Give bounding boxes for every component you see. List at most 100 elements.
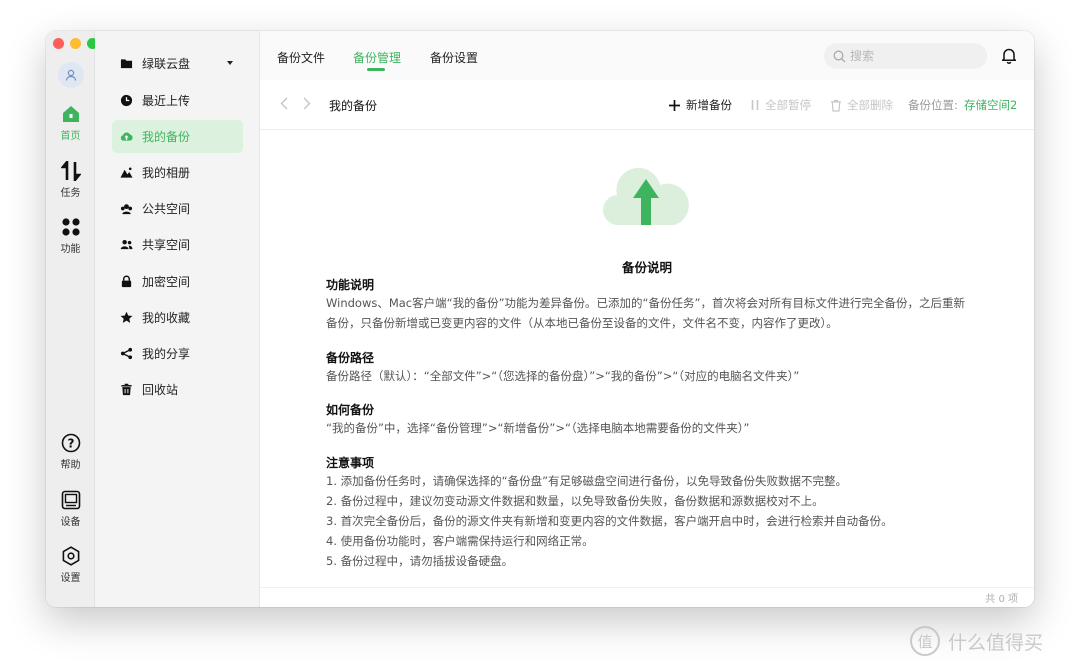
rail-item-help[interactable]: ? 帮助 — [46, 433, 95, 471]
rail-label: 功能 — [60, 244, 81, 255]
lock-icon — [121, 275, 132, 288]
sidebar-item-recent[interactable]: 最近上传 — [112, 84, 243, 117]
doc-title: 备份说明 — [621, 260, 672, 275]
share-icon — [120, 347, 133, 360]
sidebar-item-label: 回收站 — [142, 383, 179, 397]
backup-instructions: 备份说明 功能说明 Windows、Mac客户端“我的备份”功能为差异备份。已添… — [260, 131, 1034, 587]
sidebar-item-album[interactable]: 我的相册 — [112, 156, 243, 189]
delete-all-button[interactable]: 全部删除 — [830, 97, 893, 113]
item-count: 共 0 项 — [985, 594, 1018, 605]
rail-label: 首页 — [60, 131, 81, 142]
sidebar: 绿联云盘 最近上传 我的备份 我的相册 公共空间 共享空间 加密空间 我的收藏 … — [95, 31, 260, 607]
star-icon — [120, 311, 133, 323]
apps-icon — [61, 218, 80, 236]
tab-backup-files[interactable]: 备份文件 — [277, 49, 325, 66]
rail-item-home[interactable]: 首页 — [46, 104, 95, 142]
folder-icon — [120, 59, 133, 69]
section-line: 2. 备份过程中，建议勿变动源文件数据和数量，以免导致备份失败，备份数据和源数据… — [326, 494, 824, 508]
cloud-upload-illustration — [603, 167, 689, 226]
user-icon — [65, 69, 77, 81]
section-line: 3. 首次完全备份后，备份的源文件夹有新增和变更内容的文件数据，客户端开启中时，… — [326, 514, 893, 528]
rail-label: 帮助 — [60, 460, 81, 471]
breadcrumb: 我的备份 — [329, 99, 378, 113]
sidebar-item-my-shares[interactable]: 我的分享 — [112, 337, 243, 370]
section-text: 备份路径（默认）：“全部文件”>“（您选择的备份盘）”>“我的备份”>“（对应的… — [326, 366, 976, 386]
users-icon — [120, 239, 133, 250]
sidebar-item-shared-space[interactable]: 共享空间 — [112, 228, 243, 261]
sidebar-item-my-backup[interactable]: 我的备份 — [112, 120, 243, 153]
bell-icon[interactable] — [1001, 47, 1017, 64]
main-panel: 备份文件 备份管理 备份设置 我的备份 新增备份 全部暂停 — [260, 31, 1034, 607]
rail-label: 设备 — [60, 517, 81, 528]
app-window: 首页 任务 功能 ? 帮助 设备 设置 绿联云盘 最近上传 我的备份 我的相册 … — [46, 31, 1034, 607]
close-window-button[interactable] — [53, 38, 64, 49]
sidebar-item-recycle-bin[interactable]: 回收站 — [112, 373, 243, 406]
watermark-logo: 值 — [910, 626, 940, 656]
top-bar: 备份文件 备份管理 备份设置 — [260, 31, 1034, 80]
sidebar-item-label: 我的相册 — [142, 166, 191, 180]
svg-text:?: ? — [67, 437, 74, 451]
active-tab-indicator — [367, 68, 385, 71]
pause-icon — [751, 100, 759, 110]
search-box[interactable] — [824, 43, 987, 69]
transfer-icon — [60, 161, 81, 181]
chevron-down-icon[interactable] — [227, 61, 233, 65]
device-icon — [61, 490, 80, 510]
sidebar-item-favorites[interactable]: 我的收藏 — [112, 301, 243, 334]
sidebar-item-label: 我的分享 — [142, 347, 191, 361]
group-icon — [120, 204, 133, 215]
section-heading: 如何备份 — [326, 403, 375, 417]
sidebar-item-encrypted-space[interactable]: 加密空间 — [112, 265, 243, 298]
add-backup-button[interactable]: 新增备份 — [668, 97, 732, 113]
avatar[interactable] — [58, 62, 84, 88]
trash-icon — [831, 99, 841, 112]
toolbar: 我的备份 新增备份 全部暂停 全部删除 备份位置: 存储空间2 — [260, 80, 1034, 130]
pause-all-label: 全部暂停 — [765, 98, 811, 112]
delete-all-label: 全部删除 — [847, 98, 893, 112]
window-controls — [53, 38, 98, 49]
section-heading: 功能说明 — [326, 278, 375, 292]
mountain-icon — [120, 167, 133, 178]
clock-icon — [120, 94, 133, 107]
sidebar-item-label: 加密空间 — [142, 275, 191, 289]
home-icon — [62, 106, 79, 122]
back-arrow-icon[interactable] — [280, 97, 288, 110]
tab-backup-settings[interactable]: 备份设置 — [430, 49, 478, 66]
backup-location-label: 备份位置: — [908, 98, 958, 112]
rail-item-settings[interactable]: 设置 — [46, 546, 95, 584]
watermark-text: 什么值得买 — [948, 631, 1044, 654]
sidebar-item-label: 共享空间 — [142, 238, 191, 252]
sidebar-item-label: 我的收藏 — [142, 311, 191, 325]
sidebar-item-label: 最近上传 — [142, 94, 191, 108]
section-line: 5. 备份过程中，请勿插拔设备硬盘。 — [326, 554, 514, 568]
rail-item-devices[interactable]: 设备 — [46, 490, 95, 528]
section-text: “我的备份”中，选择“备份管理”>“新增备份”>“（选择电脑本地需要备份的文件夹… — [326, 418, 976, 438]
pause-all-button[interactable]: 全部暂停 — [750, 97, 811, 113]
section-line: “我的备份”中，选择“备份管理”>“新增备份”>“（选择电脑本地需要备份的文件夹… — [326, 421, 750, 435]
section-text: Windows、Mac客户端“我的备份”功能为差异备份。已添加的“备份任务”，首… — [326, 293, 976, 333]
trash-icon — [121, 383, 132, 396]
section-line: 备份，只备份新增或已变更内容的文件（从本地已备份至设备的文件，文件名不变，内容作… — [326, 316, 838, 330]
section-line: 4. 使用备份功能时，客户端需保持运行和网络正常。 — [326, 534, 594, 548]
backup-location-link[interactable]: 存储空间2 — [964, 97, 1017, 113]
sidebar-item-label: 公共空间 — [142, 202, 191, 216]
cloud-upload-icon — [120, 132, 133, 141]
section-line: Windows、Mac客户端“我的备份”功能为差异备份。已添加的“备份任务”，首… — [326, 296, 965, 310]
section-heading: 备份路径 — [326, 351, 375, 365]
help-icon: ? — [61, 433, 80, 453]
footer-divider — [260, 587, 1034, 588]
rail-item-functions[interactable]: 功能 — [46, 217, 95, 255]
search-input[interactable] — [850, 49, 970, 63]
sidebar-item-label: 我的备份 — [142, 130, 191, 144]
sidebar-item-ugreen-cloud[interactable]: 绿联云盘 — [112, 47, 243, 80]
tab-backup-management[interactable]: 备份管理 — [353, 49, 401, 66]
watermark: 值 什么值得买 — [910, 626, 1043, 656]
minimize-window-button[interactable] — [70, 38, 81, 49]
left-rail: 首页 任务 功能 ? 帮助 设备 设置 — [46, 31, 98, 607]
rail-item-tasks[interactable]: 任务 — [46, 161, 95, 199]
forward-arrow-icon[interactable] — [303, 97, 311, 110]
sidebar-item-public-space[interactable]: 公共空间 — [112, 192, 243, 225]
rail-label: 设置 — [60, 573, 81, 584]
settings-icon — [62, 546, 79, 566]
section-line: 备份路径（默认）：“全部文件”>“（您选择的备份盘）”>“我的备份”>“（对应的… — [326, 369, 800, 383]
